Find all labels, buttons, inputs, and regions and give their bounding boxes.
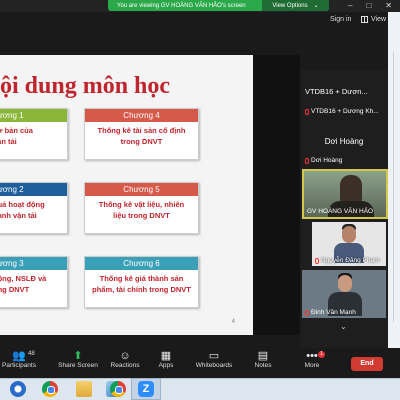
chapter-1-header: hương 1 bbox=[0, 109, 67, 122]
end-meeting-button[interactable]: End bbox=[351, 357, 383, 371]
mic-muted-icon bbox=[305, 108, 309, 115]
video-tile-vtdb16[interactable]: VTDB16 + Dương Kh... bbox=[302, 104, 386, 118]
chapter-4-header: Chương 4 bbox=[85, 109, 198, 122]
apps-label: Apps bbox=[158, 362, 174, 369]
share-screen-label: Share Screen bbox=[58, 362, 98, 369]
share-screen-icon: ⬆ bbox=[73, 350, 83, 362]
whiteboards-label: Whiteboards bbox=[195, 362, 233, 369]
apps-button[interactable]: ▦ Apps bbox=[155, 350, 177, 369]
chevron-down-icon[interactable]: ⌄ bbox=[340, 322, 347, 331]
file-explorer-icon[interactable] bbox=[76, 381, 92, 397]
whiteboards-button[interactable]: ▭ Whiteboards bbox=[194, 350, 234, 369]
tile-name-label: Nguyễn Đăng Phạm bbox=[315, 257, 380, 264]
zoom-icon[interactable]: Z bbox=[138, 381, 154, 397]
view-options-button[interactable]: View Options ⌄ bbox=[262, 0, 329, 11]
chevron-down-icon: ⌄ bbox=[313, 3, 319, 9]
chapter-3-header: hương 3 bbox=[0, 257, 67, 270]
notes-label: Notes bbox=[254, 362, 272, 369]
chapter-5-body: Thống kê vật liệu, nhiên liệu trong DNVT bbox=[98, 200, 185, 220]
notes-button[interactable]: ▤ Notes bbox=[252, 350, 274, 369]
chapter-card-3: hương 3 động, NSLĐ và ong DNVT bbox=[0, 256, 68, 308]
participant-head bbox=[340, 175, 362, 203]
chapter-3-body: động, NSLĐ và ong DNVT bbox=[0, 274, 47, 294]
chrome-icon[interactable] bbox=[42, 381, 58, 397]
video-tile-doi-hoang[interactable]: Dơi Hoàng Dơi Hoàng bbox=[302, 120, 386, 166]
whiteboards-icon: ▭ bbox=[208, 350, 220, 362]
close-button[interactable]: ✕ bbox=[385, 1, 392, 10]
chapter-card-1: hương 1 cơ bản của vận tải bbox=[0, 108, 68, 160]
chapter-card-6: Chương 6 Thống kê giá thành sản phẩm, tà… bbox=[84, 256, 199, 308]
background-window-edge bbox=[388, 12, 400, 348]
tile-center-name: Dơi Hoàng bbox=[324, 137, 364, 147]
tile-name-label: Dơi Hoàng bbox=[305, 157, 342, 164]
maximize-button[interactable]: □ bbox=[366, 1, 371, 10]
slide-page-number: 4 bbox=[231, 319, 235, 325]
participants-label: Participants bbox=[2, 362, 36, 369]
apps-icon: ▦ bbox=[160, 350, 172, 362]
participant-head bbox=[338, 275, 352, 292]
window-controls: – □ ✕ bbox=[348, 1, 392, 10]
chrome-icon[interactable] bbox=[110, 381, 126, 397]
more-label: More bbox=[304, 362, 320, 369]
mic-muted-icon bbox=[305, 157, 309, 164]
view-label: View bbox=[371, 16, 387, 23]
mic-muted-icon bbox=[305, 309, 309, 316]
internet-explorer-icon[interactable] bbox=[10, 381, 26, 397]
shared-slide: ội dung môn học hương 1 cơ bản của vận t… bbox=[0, 55, 253, 335]
view-options-label: View Options bbox=[272, 2, 308, 9]
reactions-button[interactable]: ☺ Reactions bbox=[108, 350, 142, 369]
mic-muted-icon bbox=[315, 257, 319, 264]
sign-in-link[interactable]: Sign in bbox=[330, 16, 351, 23]
share-screen-button[interactable]: ⬆ Share Screen bbox=[58, 350, 98, 369]
reactions-icon: ☺ bbox=[119, 350, 131, 362]
chapter-6-header: Chương 6 bbox=[85, 257, 198, 270]
chapter-5-header: Chương 5 bbox=[85, 183, 198, 196]
tile-name-label: Đinh Văn Mạnh bbox=[305, 309, 356, 316]
panel-title: VTDB16 + Dươn... bbox=[305, 87, 368, 96]
video-tile-dinh-van-manh[interactable]: Đinh Văn Mạnh bbox=[302, 270, 386, 318]
participant-head bbox=[342, 226, 356, 243]
windows-taskbar bbox=[0, 378, 400, 400]
minimize-button[interactable]: – bbox=[348, 1, 352, 10]
chapter-card-5: Chương 5 Thống kê vật liệu, nhiên liệu t… bbox=[84, 182, 199, 234]
chapter-4-body: Thống kê tài sản cố định trong DNVT bbox=[97, 126, 186, 146]
view-button[interactable]: View bbox=[361, 16, 386, 23]
chapter-card-4: Chương 4 Thống kê tài sản cố định trong … bbox=[84, 108, 199, 160]
share-banner-text: You are viewing GV HOÀNG VĂN HẢO's scree… bbox=[117, 2, 246, 9]
split-divider[interactable] bbox=[253, 55, 300, 335]
tile-name-label: VTDB16 + Dương Kh... bbox=[305, 108, 379, 115]
chapter-card-2: hương 2 quả hoạt động oanh vận tải bbox=[0, 182, 68, 234]
video-tile-nguyen-dang-pham[interactable]: Nguyễn Đăng Phạm bbox=[312, 222, 386, 266]
notes-icon: ▤ bbox=[257, 350, 269, 362]
reactions-label: Reactions bbox=[110, 362, 140, 369]
chapter-2-header: hương 2 bbox=[0, 183, 67, 196]
tile-name-label: GV HOÀNG VĂN HẢO bbox=[307, 208, 374, 215]
participants-count: 48 bbox=[28, 351, 35, 357]
grid-view-icon bbox=[361, 16, 368, 23]
chapter-1-body: cơ bản của vận tải bbox=[0, 126, 33, 146]
chapter-6-body: Thống kê giá thành sản phẩm, tài chính t… bbox=[92, 274, 191, 294]
video-tile-gv-hoang-van-hao[interactable]: GV HOÀNG VĂN HẢO bbox=[302, 169, 388, 219]
more-notification-badge: 1 bbox=[318, 351, 325, 358]
slide-title: ội dung môn học bbox=[0, 73, 171, 99]
chapter-2-body: quả hoạt động oanh vận tải bbox=[0, 200, 45, 220]
